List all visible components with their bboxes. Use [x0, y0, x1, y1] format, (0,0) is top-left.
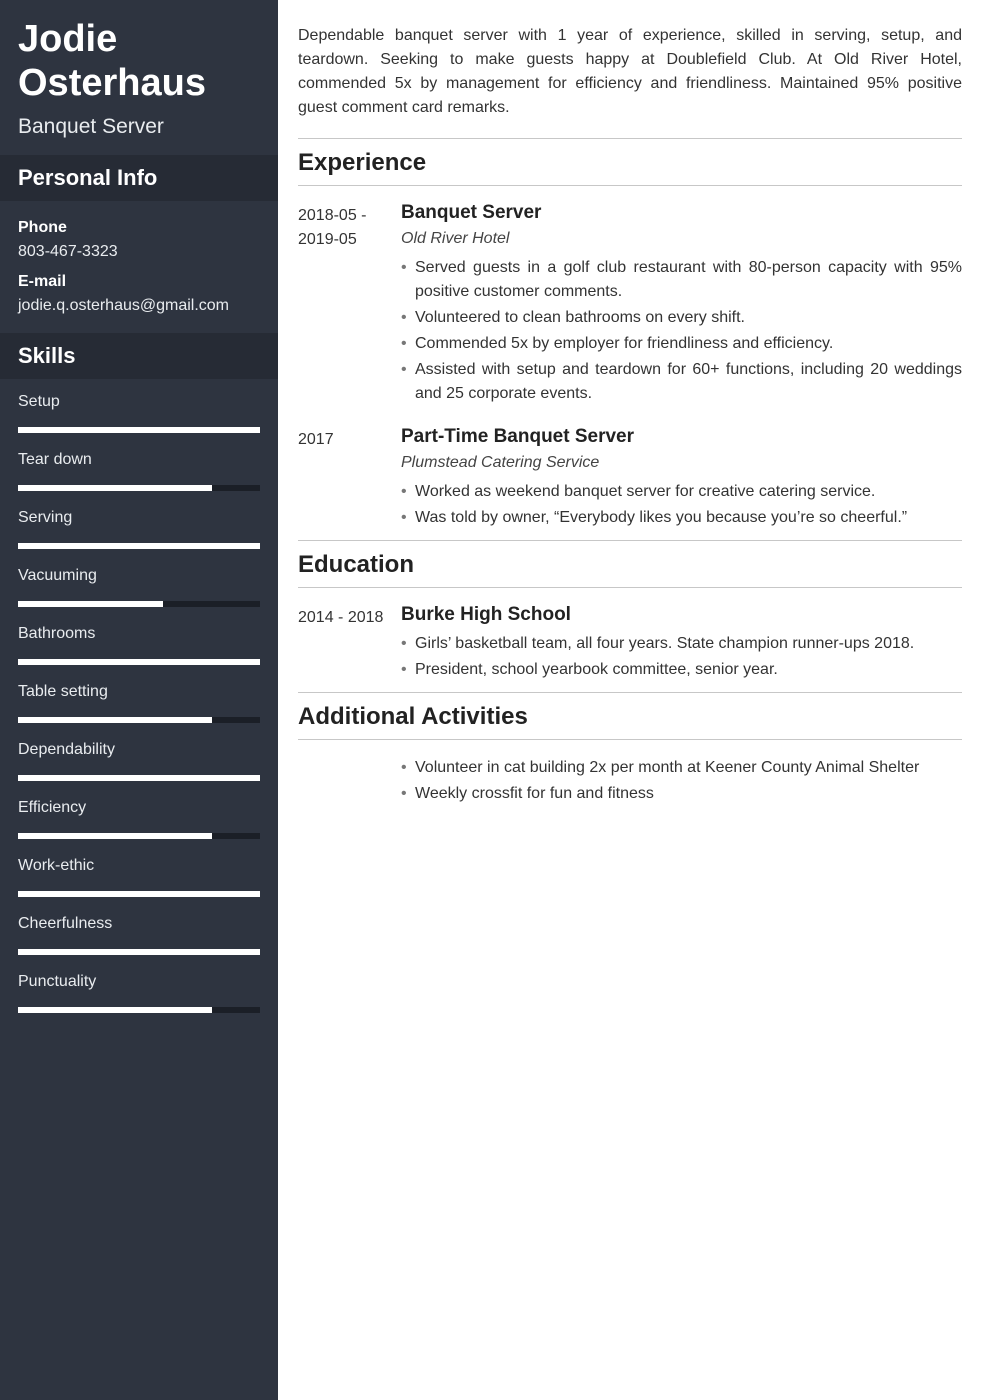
summary: Dependable banquet server with 1 year of… [298, 24, 962, 120]
experience-list: 2018-05 - 2019-05Banquet Server Old River… [298, 202, 962, 532]
entry-dates: 2018-05 - 2019-05 [298, 202, 401, 408]
job-title: Banquet Server [18, 115, 260, 139]
skill-label: Efficiency [18, 799, 260, 817]
skill-label: Tear down [18, 451, 260, 469]
skill-bar [18, 833, 260, 839]
skill-fill [18, 485, 212, 491]
skill-item: Punctuality [18, 973, 260, 1013]
skill-fill [18, 775, 260, 781]
skill-fill [18, 891, 260, 897]
skills-heading: Skills [0, 333, 278, 379]
skill-label: Setup [18, 393, 260, 411]
skill-label: Vacuuming [18, 567, 260, 585]
skill-label: Work-ethic [18, 857, 260, 875]
skill-label: Punctuality [18, 973, 260, 991]
activity-bullet: Weekly crossfit for fun and fitness [401, 782, 962, 806]
personal-info-heading: Personal Info [0, 155, 278, 201]
entry-body: Burke High School Girls’ basketball team,… [401, 604, 962, 684]
skill-fill [18, 949, 260, 955]
main-content: Dependable banquet server with 1 year of… [278, 0, 990, 1400]
skill-bar [18, 949, 260, 955]
entry-body: Part-Time Banquet Server Plumstead Cateri… [401, 426, 962, 532]
entry-dates: 2014 - 2018 [298, 604, 401, 684]
entry-bullet: Volunteered to clean bathrooms on every … [401, 306, 962, 330]
personal-info-body: Phone 803-467-3323 E-mail jodie.q.osterh… [0, 201, 278, 333]
entry: 2017Part-Time Banquet Server Plumstead Ca… [298, 426, 962, 532]
entry-body: Banquet Server Old River Hotel Served gues… [401, 202, 962, 408]
skill-label: Dependability [18, 741, 260, 759]
activities-dates [298, 756, 401, 808]
entry-bullets: Served guests in a golf club restaurant … [401, 256, 962, 406]
skill-bar [18, 543, 260, 549]
entry-subtitle: Old River Hotel [401, 230, 962, 248]
skill-label: Serving [18, 509, 260, 527]
email-label: E-mail [18, 273, 260, 291]
entry-bullet: Served guests in a golf club restaurant … [401, 256, 962, 304]
skills-body: Setup Tear down Serving Vacuuming Bathrooms T… [0, 379, 278, 1031]
person-name: Jodie Osterhaus [18, 18, 260, 105]
entry-bullet: Was told by owner, “Everybody likes you … [401, 506, 962, 530]
skill-fill [18, 1007, 212, 1013]
activities-entry: Volunteer in cat building 2x per month a… [298, 756, 962, 808]
skill-label: Table setting [18, 683, 260, 701]
name-block: Jodie Osterhaus Banquet Server [0, 0, 278, 155]
skill-item: Efficiency [18, 799, 260, 839]
entry: 2018-05 - 2019-05Banquet Server Old River… [298, 202, 962, 408]
skill-item: Cheerfulness [18, 915, 260, 955]
phone-value: 803-467-3323 [18, 243, 260, 261]
skill-fill [18, 427, 260, 433]
entry-title: Part-Time Banquet Server [401, 426, 962, 448]
skill-fill [18, 543, 260, 549]
entry-title: Banquet Server [401, 202, 962, 224]
skill-item: Bathrooms [18, 625, 260, 665]
entry: 2014 - 2018Burke High School Girls’ baske… [298, 604, 962, 684]
skill-item: Table setting [18, 683, 260, 723]
entry-dates: 2017 [298, 426, 401, 532]
skill-label: Cheerfulness [18, 915, 260, 933]
activities-body: Volunteer in cat building 2x per month a… [401, 756, 962, 808]
skill-bar [18, 717, 260, 723]
skill-fill [18, 601, 163, 607]
entry-bullets: Worked as weekend banquet server for cre… [401, 480, 962, 530]
activity-bullet: Volunteer in cat building 2x per month a… [401, 756, 962, 780]
skill-item: Dependability [18, 741, 260, 781]
sidebar: Jodie Osterhaus Banquet Server Personal … [0, 0, 278, 1400]
skill-fill [18, 833, 212, 839]
skill-bar [18, 775, 260, 781]
entry-bullets: Girls’ basketball team, all four years. … [401, 632, 962, 682]
education-heading: Education [298, 540, 962, 588]
entry-subtitle: Plumstead Catering Service [401, 454, 962, 472]
experience-heading: Experience [298, 138, 962, 186]
entry-bullet: Assisted with setup and teardown for 60+… [401, 358, 962, 406]
entry-bullet: Worked as weekend banquet server for cre… [401, 480, 962, 504]
skill-fill [18, 717, 212, 723]
skill-bar [18, 427, 260, 433]
entry-bullet: Girls’ basketball team, all four years. … [401, 632, 962, 656]
skill-bar [18, 659, 260, 665]
skill-item: Tear down [18, 451, 260, 491]
skill-bar [18, 891, 260, 897]
skill-bar [18, 1007, 260, 1013]
activities-heading: Additional Activities [298, 692, 962, 740]
activities-bullets: Volunteer in cat building 2x per month a… [401, 756, 962, 806]
entry-bullet: President, school yearbook committee, se… [401, 658, 962, 682]
skill-item: Vacuuming [18, 567, 260, 607]
skill-bar [18, 485, 260, 491]
entry-bullet: Commended 5x by employer for friendlines… [401, 332, 962, 356]
phone-label: Phone [18, 219, 260, 237]
skill-label: Bathrooms [18, 625, 260, 643]
skill-fill [18, 659, 260, 665]
skill-item: Work-ethic [18, 857, 260, 897]
skill-item: Setup [18, 393, 260, 433]
email-value: jodie.q.osterhaus@gmail.com [18, 297, 260, 315]
skill-bar [18, 601, 260, 607]
skill-item: Serving [18, 509, 260, 549]
education-list: 2014 - 2018Burke High School Girls’ baske… [298, 604, 962, 684]
entry-title: Burke High School [401, 604, 962, 626]
